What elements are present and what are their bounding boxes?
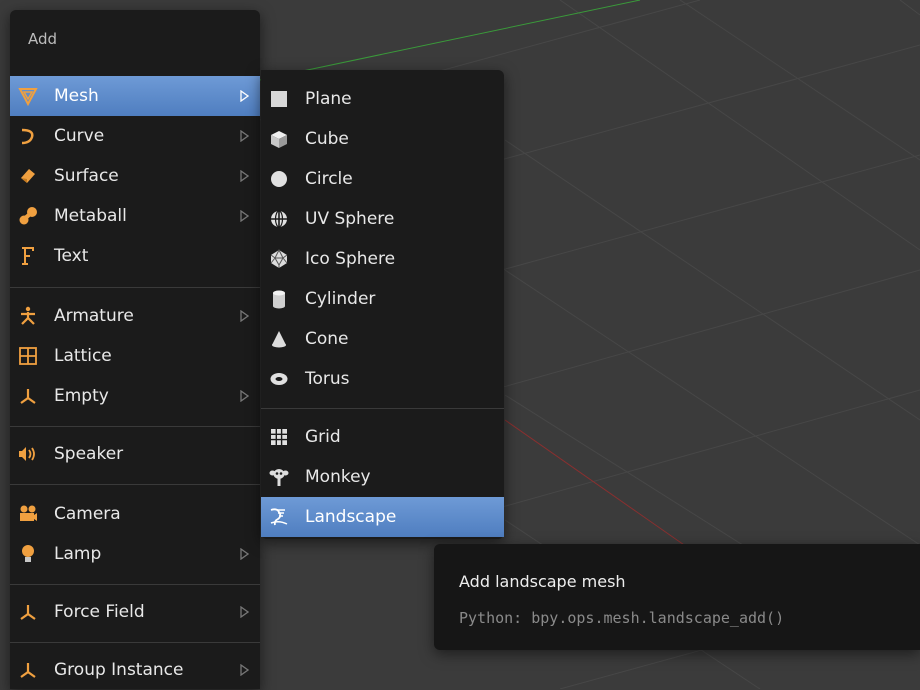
menu-item-label: Cube — [305, 129, 349, 149]
menu-item-label: Circle — [305, 169, 353, 189]
menu-item-label: Mesh — [54, 86, 99, 106]
plane-icon — [269, 89, 289, 109]
menu-item-label: Group Instance — [54, 660, 184, 680]
ico-sphere-icon — [269, 249, 289, 269]
menu-separator — [10, 287, 260, 288]
menu-separator — [10, 426, 260, 427]
circle-icon — [269, 169, 289, 189]
submenu-arrow-icon — [240, 548, 250, 560]
menu-item-curve[interactable]: Curve — [10, 116, 260, 156]
menu-item-label: Force Field — [54, 602, 145, 622]
menu-item-label: Plane — [305, 89, 352, 109]
mesh-item-ico-sphere[interactable]: Ico Sphere — [261, 239, 504, 279]
menu-item-label: Monkey — [305, 467, 371, 487]
tooltip-python-command: Python: bpy.ops.mesh.landscape_add() — [459, 609, 785, 627]
text-icon — [18, 246, 38, 266]
speaker-icon — [18, 444, 38, 464]
menu-item-label: Camera — [54, 504, 121, 524]
menu-item-label: Cylinder — [305, 289, 376, 309]
operator-tooltip: Add landscape mesh Python: bpy.ops.mesh.… — [434, 544, 920, 650]
menu-item-label: Lamp — [54, 544, 102, 564]
menu-separator — [10, 642, 260, 643]
menu-item-label: Metaball — [54, 206, 127, 226]
menu-item-text[interactable]: Text — [10, 236, 260, 276]
mesh-submenu: Plane Cube Circle UV Sphere Ico Sphere C… — [261, 70, 504, 539]
mesh-item-torus[interactable]: Torus — [261, 359, 504, 399]
menu-item-label: Ico Sphere — [305, 249, 396, 269]
mesh-item-cube[interactable]: Cube — [261, 119, 504, 159]
mesh-item-landscape[interactable]: Landscape — [261, 497, 504, 537]
menu-separator — [261, 408, 504, 409]
metaball-icon — [18, 206, 38, 226]
menu-item-surface[interactable]: Surface — [10, 156, 260, 196]
menu-item-label: Armature — [54, 306, 134, 326]
submenu-arrow-icon — [240, 210, 250, 222]
mesh-item-monkey[interactable]: Monkey — [261, 457, 504, 497]
menu-item-label: Surface — [54, 166, 119, 186]
torus-icon — [269, 369, 289, 389]
mesh-item-grid[interactable]: Grid — [261, 417, 504, 457]
submenu-arrow-icon — [240, 606, 250, 618]
menu-item-force-field[interactable]: Force Field — [10, 592, 260, 632]
menu-item-speaker[interactable]: Speaker — [10, 434, 260, 474]
menu-item-label: Torus — [305, 369, 350, 389]
curve-icon — [18, 126, 38, 146]
menu-item-label: Curve — [54, 126, 105, 146]
empty-icon — [18, 386, 38, 406]
menu-item-label: UV Sphere — [305, 209, 395, 229]
menu-item-metaball[interactable]: Metaball — [10, 196, 260, 236]
menu-item-label: Landscape — [305, 507, 397, 527]
submenu-arrow-icon — [240, 90, 250, 102]
menu-separator — [10, 584, 260, 585]
submenu-arrow-icon — [240, 664, 250, 676]
menu-item-empty[interactable]: Empty — [10, 376, 260, 416]
menu-item-label: Cone — [305, 329, 349, 349]
mesh-icon — [18, 86, 38, 106]
menu-item-camera[interactable]: Camera — [10, 494, 260, 534]
menu-item-mesh[interactable]: Mesh — [10, 76, 260, 116]
force-field-icon — [18, 602, 38, 622]
monkey-icon — [269, 467, 289, 487]
group-instance-icon — [18, 660, 38, 680]
menu-item-label: Lattice — [54, 346, 112, 366]
mesh-item-uv-sphere[interactable]: UV Sphere — [261, 199, 504, 239]
mesh-item-cylinder[interactable]: Cylinder — [261, 279, 504, 319]
armature-icon — [18, 306, 38, 326]
submenu-arrow-icon — [240, 170, 250, 182]
submenu-arrow-icon — [240, 390, 250, 402]
lattice-icon — [18, 346, 38, 366]
submenu-arrow-icon — [240, 130, 250, 142]
cylinder-icon — [269, 289, 289, 309]
mesh-item-plane[interactable]: Plane — [261, 79, 504, 119]
menu-item-label: Grid — [305, 427, 341, 447]
landscape-icon — [269, 507, 289, 527]
submenu-arrow-icon — [240, 310, 250, 322]
menu-item-lattice[interactable]: Lattice — [10, 336, 260, 376]
menu-item-group-instance[interactable]: Group Instance — [10, 650, 260, 690]
menu-item-label: Speaker — [54, 444, 124, 464]
menu-separator — [10, 484, 260, 485]
menu-item-armature[interactable]: Armature — [10, 296, 260, 336]
uv-sphere-icon — [269, 209, 289, 229]
add-menu: Add Mesh Curve Surface Metaball Text Arm… — [10, 10, 260, 689]
menu-item-lamp[interactable]: Lamp — [10, 534, 260, 574]
lamp-icon — [18, 544, 38, 564]
cone-icon — [269, 329, 289, 349]
cube-icon — [269, 129, 289, 149]
menu-item-label: Text — [54, 246, 89, 266]
add-menu-title: Add — [28, 30, 58, 48]
tooltip-title: Add landscape mesh — [459, 572, 626, 591]
mesh-item-cone[interactable]: Cone — [261, 319, 504, 359]
grid-icon — [269, 427, 289, 447]
camera-icon — [18, 504, 38, 524]
surface-icon — [18, 166, 38, 186]
menu-item-label: Empty — [54, 386, 109, 406]
mesh-item-circle[interactable]: Circle — [261, 159, 504, 199]
